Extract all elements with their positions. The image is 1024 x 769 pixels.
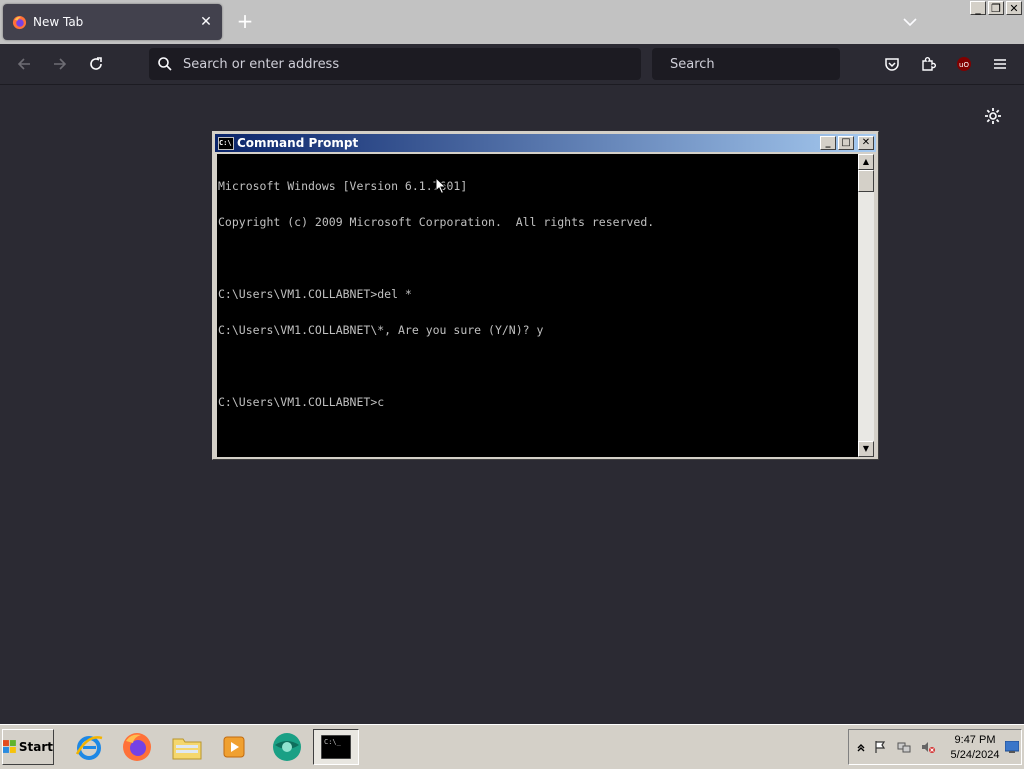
scroll-up-button[interactable]: ▲ [858, 154, 874, 170]
taskbar-firefox[interactable] [114, 729, 160, 765]
ublock-origin-button[interactable]: uO [952, 52, 976, 76]
forward-arrow-icon [54, 58, 67, 70]
minimize-button[interactable]: _ [820, 136, 836, 150]
navigation-toolbar: uO [0, 44, 1024, 85]
address-input[interactable] [181, 55, 641, 73]
tab-new-tab[interactable]: New Tab ✕ [3, 4, 222, 40]
mouse-cursor-icon [435, 177, 447, 195]
taskbar: Start C:\_ 9:47 PM 5/24/2024 [0, 724, 1024, 769]
firefox-icon [123, 733, 151, 761]
pocket-icon [885, 58, 899, 71]
scroll-thumb[interactable] [858, 170, 874, 192]
extensions-button[interactable] [916, 52, 940, 76]
console-line: Copyright (c) 2009 Microsoft Corporation… [218, 215, 655, 229]
menu-button[interactable] [988, 52, 1012, 76]
media-player-icon [223, 736, 245, 758]
console-line: C:\Users\VM1.COLLABNET>c [218, 395, 385, 409]
start-button[interactable]: Start [2, 729, 54, 765]
firefox-icon [12, 15, 27, 29]
new-tab-button[interactable]: + [234, 10, 256, 32]
ublock-origin-icon: uO [957, 57, 971, 71]
forward-button[interactable] [48, 52, 72, 76]
close-button[interactable]: ✕ [858, 136, 874, 150]
svg-text:uO: uO [959, 61, 969, 69]
action-center-flag-icon[interactable] [873, 740, 887, 754]
folder-icon [172, 738, 202, 760]
show-desktop-icon[interactable] [1005, 741, 1019, 753]
window-titlebar[interactable]: C:\ Command Prompt _ □ ✕ [215, 134, 876, 152]
window-title: Command Prompt [237, 136, 359, 150]
hamburger-menu-icon [994, 59, 1006, 69]
vertical-scrollbar[interactable]: ▲ ▼ [858, 154, 874, 457]
reload-icon [90, 57, 102, 70]
windows-logo-icon [3, 740, 16, 753]
taskbar-media-player[interactable] [212, 729, 258, 765]
cmd-icon: C:\ [218, 136, 234, 150]
network-icon[interactable] [897, 740, 911, 754]
back-button[interactable] [12, 52, 36, 76]
scroll-down-button[interactable]: ▼ [858, 441, 874, 457]
command-prompt-window[interactable]: C:\ Command Prompt _ □ ✕ Microsoft Windo… [212, 131, 879, 460]
search-bar[interactable] [652, 48, 842, 80]
reload-button[interactable] [84, 52, 108, 76]
puzzle-icon [922, 57, 936, 71]
tab-title: New Tab [33, 15, 84, 29]
internet-explorer-icon [75, 736, 103, 760]
show-hidden-icons-icon[interactable] [854, 740, 868, 754]
taskbar-internet-explorer[interactable] [66, 729, 112, 765]
taskbar-command-prompt[interactable]: C:\_ [313, 729, 359, 765]
svg-text:C:\_: C:\_ [324, 738, 342, 746]
volume-muted-icon[interactable] [921, 740, 935, 754]
console-line: C:\Users\VM1.COLLABNET>del * [218, 287, 412, 301]
restore-button[interactable]: ❐ [988, 1, 1004, 15]
tab-strip: New Tab ✕ + [0, 0, 1024, 44]
gear-icon[interactable] [983, 106, 1003, 126]
maximize-button[interactable]: □ [838, 136, 854, 150]
taskbar-file-explorer[interactable] [164, 729, 210, 765]
back-arrow-icon [17, 58, 30, 70]
console-line: C:\Users\VM1.COLLABNET\*, Are you sure (… [218, 323, 544, 337]
search-input[interactable] [668, 55, 842, 73]
system-tray: 9:47 PM 5/24/2024 [848, 729, 1022, 765]
command-prompt-icon: C:\_ [321, 735, 351, 759]
list-all-tabs-icon[interactable] [900, 12, 920, 32]
taskbar-globe-app[interactable] [264, 729, 310, 765]
clock-date: 5/24/2024 [950, 749, 1000, 761]
close-button[interactable]: ✕ [1006, 1, 1022, 15]
console-output[interactable]: Microsoft Windows [Version 6.1.7601] Cop… [217, 154, 858, 457]
search-icon [158, 57, 172, 71]
start-label: Start [18, 740, 53, 754]
address-bar[interactable] [149, 48, 641, 80]
minimize-button[interactable]: _ [970, 1, 986, 15]
tab-close-icon[interactable]: ✕ [196, 14, 216, 30]
pocket-button[interactable] [880, 52, 904, 76]
clock[interactable]: 9:47 PM 5/24/2024 [947, 733, 1003, 763]
console-line: Microsoft Windows [Version 6.1.7601] [218, 179, 468, 193]
clock-time: 9:47 PM [954, 734, 996, 746]
window-controls: _ ❐ ✕ [970, 1, 1022, 15]
globe-app-icon [273, 733, 301, 761]
